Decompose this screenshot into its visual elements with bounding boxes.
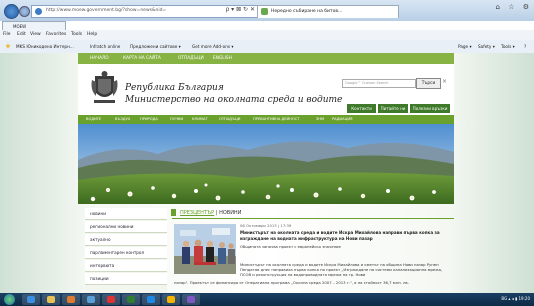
breadcrumb-divider — [172, 218, 454, 219]
menu-favorites[interactable]: Favorites — [46, 32, 66, 37]
breadcrumb-parent[interactable]: ПРЕЗЦЕНТЪР — [180, 210, 214, 216]
favorite-link-1[interactable]: MKS Юникодена Интерн... — [16, 44, 74, 49]
nav-air[interactable]: ВЪЗДУХ — [115, 117, 130, 121]
search-placeholder: Google™ Custom Search — [345, 81, 389, 85]
sidebar: новини регионални новини актуално парлам… — [85, 208, 167, 293]
address-controls[interactable]: ρ ▾ ⊠ ↻ ✕ — [205, 6, 255, 15]
back-arrow-icon[interactable] — [4, 4, 19, 19]
browser-tab-active[interactable]: Нередно събиране на битов... — [257, 5, 399, 18]
taskbar-ie-icon[interactable] — [22, 294, 40, 305]
site-title-country: Република България — [125, 83, 224, 93]
sidebar-item-label: позиции — [90, 276, 109, 281]
nav-radiation[interactable]: РАДИАЦИЯ — [332, 117, 353, 121]
help-icon[interactable]: ? — [524, 44, 526, 49]
nav-prevention[interactable]: ПРЕВАНТИВНА ДЕЙНОСТ — [253, 117, 299, 121]
tab-title: Нередно събиране на битов... — [271, 9, 343, 14]
sidebar-item-news[interactable]: новини — [85, 208, 167, 220]
favorite-link-3[interactable]: Предложени сайтове ▾ — [130, 44, 181, 49]
main-navigation: ВОДИТЕ ВЪЗДУХ ПРИРОДА ПОЧВИ КЛИМАТ ОТПАД… — [78, 115, 454, 124]
sidebar-item-interviews[interactable]: интервюта — [85, 260, 167, 272]
sidebar-item-parliamentary[interactable]: парламентарен контрол — [85, 247, 167, 259]
sidebar-item-label: актуално — [90, 237, 111, 242]
favorite-link-4[interactable]: Get more Add-ons ▾ — [192, 44, 234, 49]
nav-climate[interactable]: КЛИМАТ — [192, 117, 208, 121]
sidebar-item-label: интервюта — [90, 263, 115, 268]
breadcrumb-marker — [171, 209, 176, 216]
site-search-input[interactable]: Google™ Custom Search — [342, 79, 416, 88]
start-button-icon[interactable] — [4, 294, 15, 305]
safety-menu[interactable]: Safety ▾ — [478, 44, 495, 49]
nav-znm[interactable]: ЗНМ — [316, 117, 324, 121]
favorites-star-icon[interactable] — [5, 43, 11, 49]
news-subtitle: Общината започва проект с европейско зна… — [240, 244, 341, 249]
tab-small-title: MOEW — [13, 24, 27, 29]
menu-file[interactable]: File — [3, 32, 11, 37]
menu-help[interactable]: Help — [87, 32, 97, 37]
taskbar-app-icon-3[interactable] — [122, 294, 140, 305]
news-date: 06 Октомври 2013 | 17:39 — [240, 223, 292, 228]
menu-view[interactable]: View — [30, 32, 41, 37]
favorites-bar: MKS Юникодена Интерн... Infratch online … — [0, 40, 534, 54]
sidebar-item-current[interactable]: актуално — [85, 234, 167, 246]
system-tray[interactable]: BG ▴ ◂ ▮ 19:20 — [440, 296, 530, 304]
contacts-button[interactable]: Контакти — [347, 104, 376, 113]
news-headline[interactable]: Министърът на околната среда и водите Ис… — [240, 230, 450, 241]
sidebar-item-label: регионални новини — [90, 224, 134, 229]
news-body-continued: пазар". Проектът се финансира от Операти… — [174, 280, 409, 285]
site-top-links: НАЧАЛО КАРТА НА САЙТА ОТПАДЪЦИ ENGLISH — [78, 53, 454, 64]
nav-waste[interactable]: ОТПАДЪЦИ — [219, 117, 240, 121]
tab-favicon-icon — [261, 8, 268, 15]
top-link-home[interactable]: НАЧАЛО — [90, 56, 109, 61]
ie-page-icon — [35, 8, 42, 15]
breadcrumb: ПРЕЗЦЕНТЪР | НОВИНИ — [180, 210, 241, 216]
page-menu[interactable]: Page ▾ — [458, 44, 472, 49]
taskbar-app-icon-6[interactable] — [182, 294, 200, 305]
top-link-sitemap[interactable]: КАРТА НА САЙТА — [123, 56, 161, 61]
taskbar-app-icon-1[interactable] — [82, 294, 100, 305]
address-url[interactable]: http://www.moew.government.bg/?show=news… — [46, 8, 166, 13]
site-title-ministry: Министерство на околната среда и водите — [125, 95, 343, 105]
browser-toolbar-icons[interactable]: ⌂ ☆ ⚙ — [488, 3, 532, 15]
search-clear-icon[interactable]: × — [442, 78, 447, 85]
top-link-english[interactable]: ENGLISH — [213, 56, 232, 61]
ask-us-button[interactable]: Питайте ни — [378, 104, 408, 113]
coat-of-arms-logo[interactable] — [91, 70, 118, 106]
forward-arrow-icon[interactable] — [19, 6, 30, 17]
nav-water[interactable]: ВОДИТЕ — [86, 117, 101, 121]
favorite-link-2[interactable]: Infratch online — [90, 44, 120, 49]
nav-nature[interactable]: ПРИРОДА — [140, 117, 158, 121]
taskbar-media-icon[interactable] — [62, 294, 80, 305]
landscape-banner-image — [78, 124, 454, 204]
useful-links-button[interactable]: Полезни връзки — [410, 104, 450, 113]
menu-tools[interactable]: Tools — [71, 32, 82, 37]
tools-menu[interactable]: Tools ▾ — [501, 44, 515, 49]
news-body: Министърът на околната среда и водите Ис… — [240, 262, 443, 277]
menu-edit[interactable]: Edit — [17, 32, 26, 37]
taskbar-explorer-icon[interactable] — [42, 294, 60, 305]
sidebar-item-label: парламентарен контрол — [90, 250, 145, 255]
nav-soils[interactable]: ПОЧВИ — [170, 117, 183, 121]
sidebar-item-regional-news[interactable]: регионални новини — [85, 221, 167, 233]
top-link-waste[interactable]: ОТПАДЪЦИ — [178, 56, 204, 61]
sidebar-item-label: новини — [90, 211, 106, 216]
taskbar-app-icon-5[interactable] — [162, 294, 180, 305]
search-button[interactable]: Търси — [416, 78, 441, 89]
breadcrumb-current: НОВИНИ — [219, 210, 242, 216]
taskbar-app-icon-2[interactable] — [102, 294, 120, 305]
news-photo[interactable] — [174, 224, 236, 274]
taskbar-app-icon-4[interactable] — [142, 294, 160, 305]
sidebar-item-positions[interactable]: позиции — [85, 273, 167, 285]
